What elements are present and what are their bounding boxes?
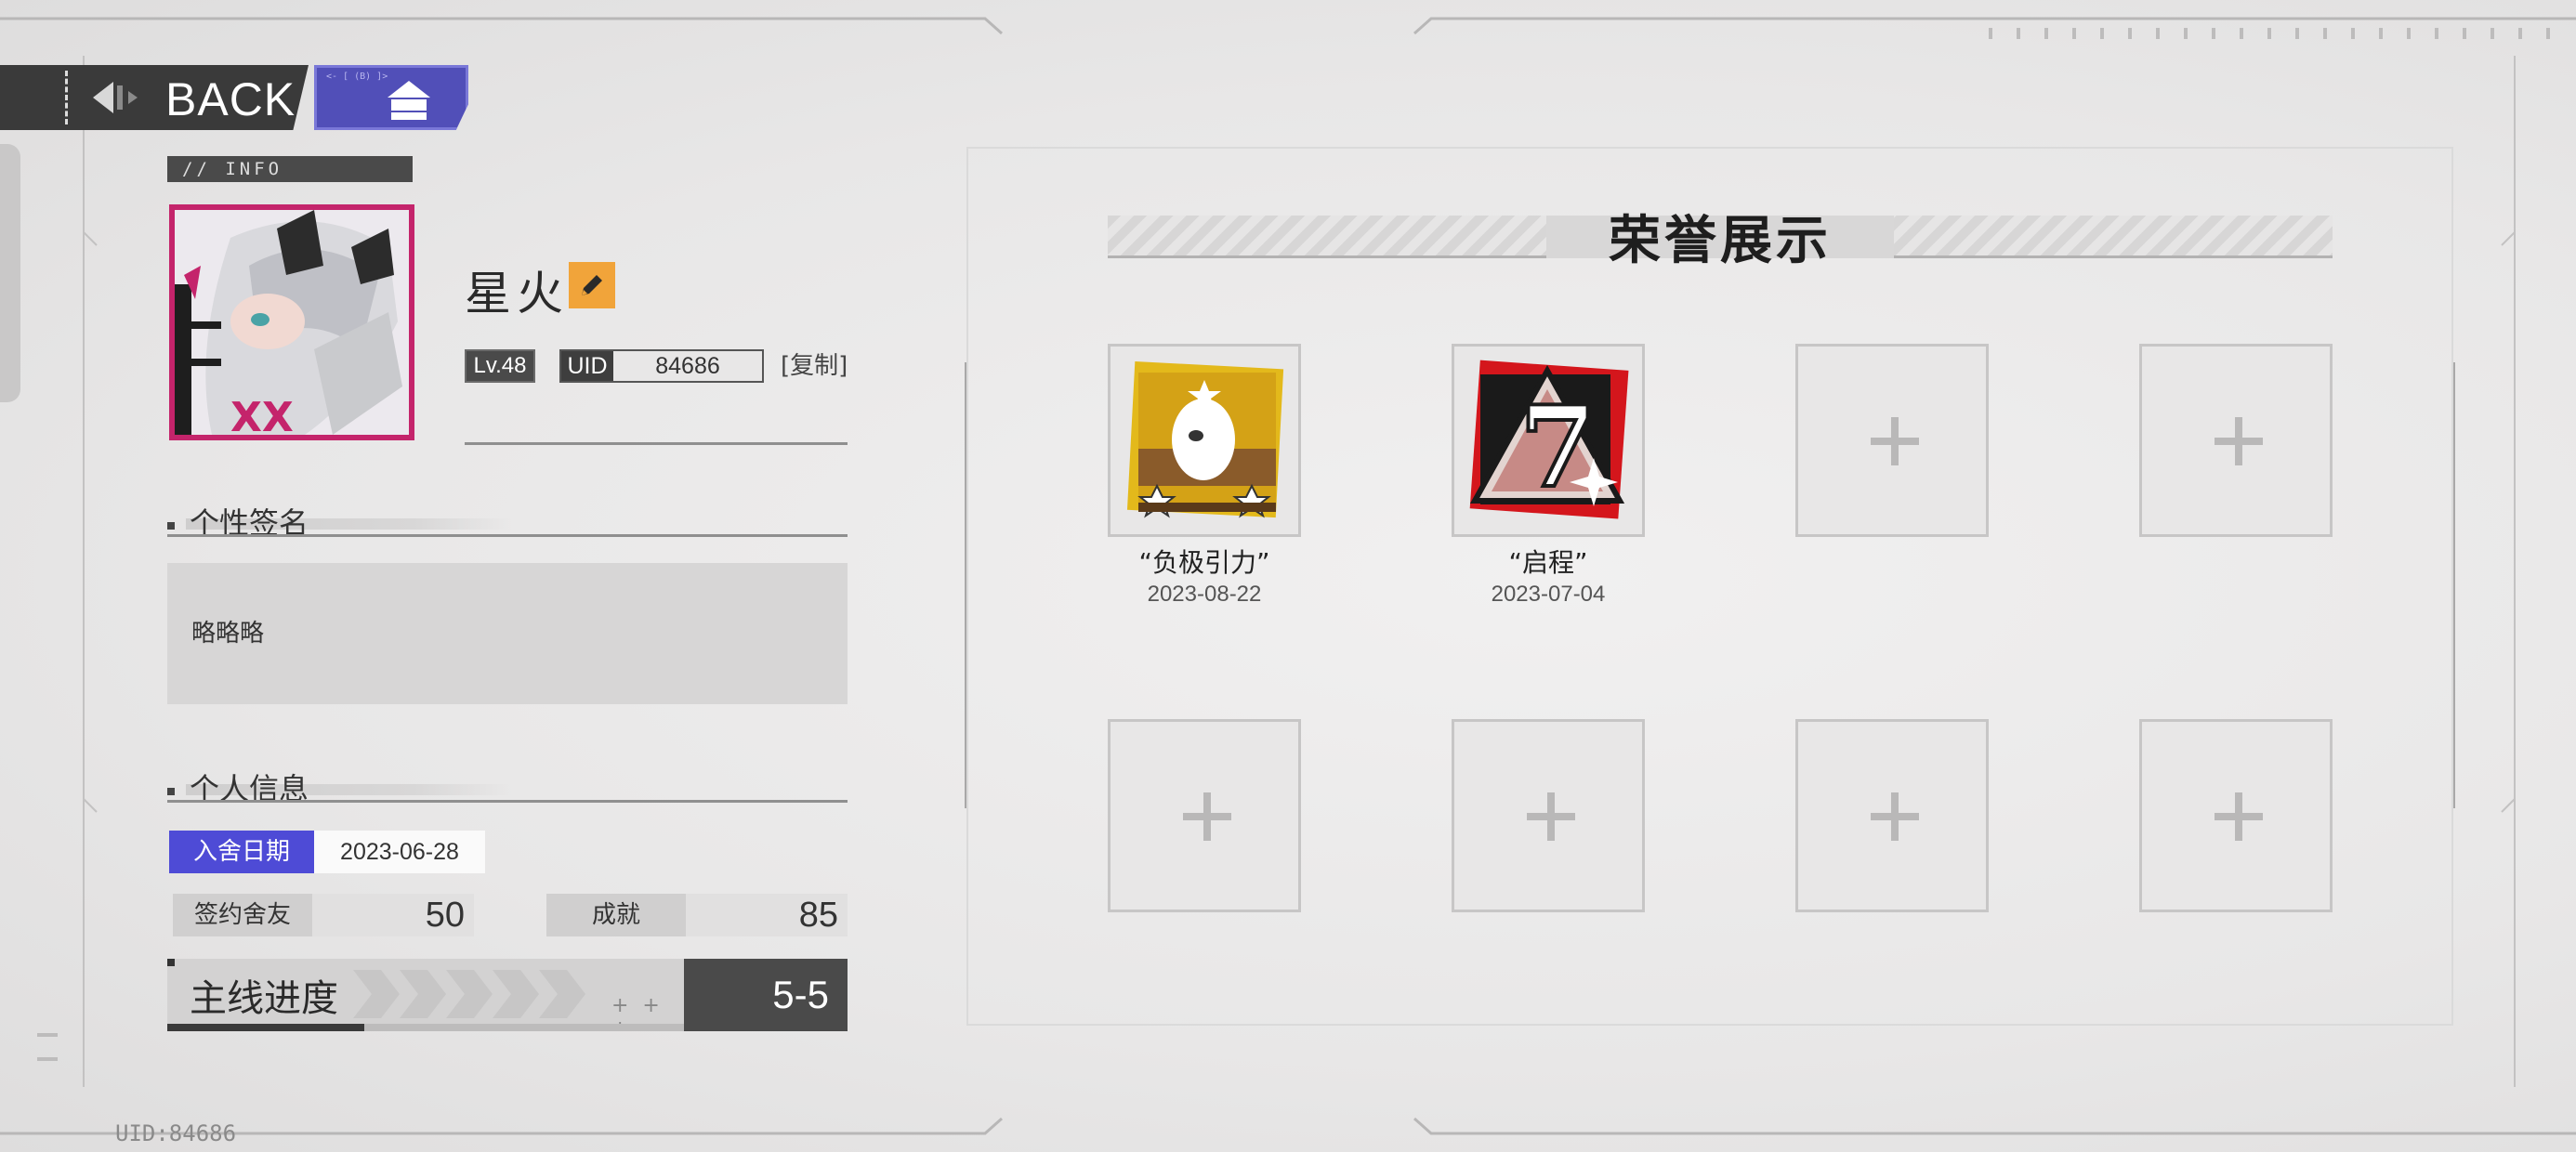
pencil-icon — [582, 275, 602, 295]
section-underline — [167, 534, 848, 537]
avatar[interactable]: XX — [169, 204, 414, 440]
add-icon — [1203, 792, 1211, 841]
uid-label: UID — [561, 351, 613, 381]
honor-slot-6-empty[interactable] — [1452, 719, 1645, 912]
join-date: 入舍日期 2023-06-28 — [169, 831, 485, 873]
stat-label: 成就 — [546, 894, 686, 936]
signature-section-header: 个性签名 — [167, 500, 848, 541]
stat-roommates: 签约舍友 50 — [173, 894, 474, 936]
join-date-value: 2023-06-28 — [314, 831, 485, 873]
info-tag: // INFO — [167, 156, 413, 182]
divider — [465, 442, 848, 445]
uid-box: UID 84686 — [559, 349, 764, 383]
personal-info-section-header: 个人信息 — [167, 766, 848, 806]
add-icon — [1891, 792, 1899, 841]
honor-slot-4-empty[interactable] — [2139, 344, 2333, 537]
signature-field[interactable]: 略略略 — [167, 563, 848, 704]
honor-title: 荣誉展示 — [1609, 211, 1832, 271]
footer-uid: UID:84686 — [115, 1120, 237, 1146]
home-button-decor-text: <- [ (B) ]> — [326, 72, 388, 82]
badge-date: 2023-07-04 — [1491, 582, 1606, 607]
progress-value: 5-5 — [684, 959, 848, 1031]
section-underline — [167, 800, 848, 803]
copy-uid-button[interactable]: [复制] — [781, 349, 848, 383]
stat-achievements: 成就 85 — [546, 894, 848, 936]
section-dot — [167, 522, 175, 530]
section-dot — [167, 788, 175, 795]
avatar-portrait: XX — [175, 210, 409, 435]
departure-badge-icon: 7 — [1469, 360, 1629, 519]
back-label: BACK — [165, 73, 296, 125]
stat-value: 50 — [425, 896, 465, 935]
level-badge: Lv.48 — [465, 349, 535, 383]
edit-name-button[interactable] — [569, 262, 615, 308]
back-button-stripe — [65, 71, 74, 124]
join-date-label: 入舍日期 — [169, 831, 314, 873]
honor-slot-3-empty[interactable] — [1795, 344, 1989, 537]
honor-slot-2[interactable]: 7 — [1452, 344, 1645, 537]
badge-date: 2023-08-22 — [1147, 582, 1262, 607]
svg-text:XX: XX — [230, 394, 294, 435]
back-button[interactable]: BACK — [0, 65, 309, 130]
svg-text:7: 7 — [1519, 382, 1597, 513]
progress-label-panel: 主线进度 + + + — [167, 959, 684, 1031]
progress-title: 主线进度 — [190, 977, 338, 1020]
negative-gravity-badge-icon — [1126, 360, 1284, 518]
stat-label: 签约舍友 — [173, 894, 312, 936]
honor-slot-7-empty[interactable] — [1795, 719, 1989, 912]
honor-slot-5-empty[interactable] — [1108, 719, 1301, 912]
home-button[interactable]: <- [ (B) ]> — [314, 65, 468, 130]
back-arrow-icon — [93, 82, 138, 113]
progress-corner — [167, 959, 175, 966]
progress-fill — [167, 1024, 364, 1031]
add-icon — [2235, 792, 2242, 841]
add-icon — [2235, 417, 2242, 465]
add-icon — [1547, 792, 1555, 841]
progress-track — [167, 1024, 684, 1031]
stat-value: 85 — [798, 896, 838, 935]
badge-name: “负极引力” — [1138, 547, 1270, 578]
honor-slot-8-empty[interactable] — [2139, 719, 2333, 912]
honor-slot-1[interactable] — [1108, 344, 1301, 537]
badge-name: “启程” — [1508, 547, 1588, 578]
player-name: 星火 — [465, 267, 569, 321]
uid-value: 84686 — [655, 353, 720, 379]
main-story-progress: 主线进度 + + + 5-5 — [167, 959, 848, 1031]
home-icon — [388, 81, 430, 120]
add-icon — [1891, 417, 1899, 465]
side-drawer-handle[interactable] — [0, 144, 20, 402]
